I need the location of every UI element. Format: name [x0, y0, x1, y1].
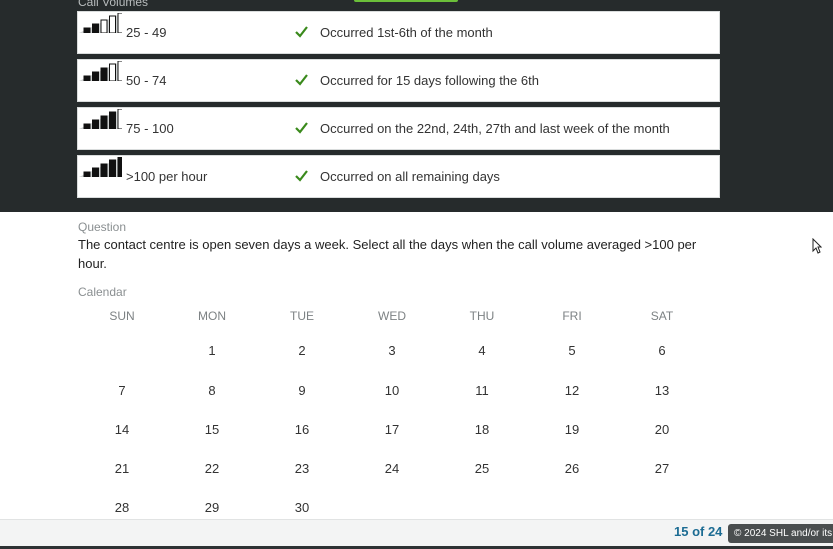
weekday-header-fri: FRI — [562, 309, 582, 323]
copyright-notice: © 2024 SHL and/or its a — [728, 524, 833, 543]
weekday-header-wed: WED — [378, 309, 406, 323]
calendar-day[interactable]: 23 — [272, 461, 332, 476]
calendar-day[interactable]: 9 — [272, 383, 332, 398]
calendar-day[interactable]: 26 — [542, 461, 602, 476]
calendar-day[interactable]: 1 — [182, 343, 242, 358]
calendar-label: Calendar — [78, 285, 127, 299]
call-volume-row: 75 - 100 Occurred on the 22nd, 24th, 27th… — [77, 107, 720, 150]
calendar-day[interactable]: 3 — [362, 343, 422, 358]
checkmark-icon — [295, 26, 308, 38]
calendar-day[interactable]: 10 — [362, 383, 422, 398]
volume-range-label: 50 - 74 — [126, 73, 167, 88]
volume-description: Occurred on all remaining days — [320, 169, 500, 184]
volume-description: Occurred on the 22nd, 24th, 27th and las… — [320, 121, 670, 136]
calendar-day[interactable]: 7 — [92, 383, 152, 398]
checkmark-icon — [295, 122, 308, 134]
calendar-day[interactable]: 19 — [542, 422, 602, 437]
calendar-day[interactable]: 17 — [362, 422, 422, 437]
calendar-day[interactable]: 29 — [182, 500, 242, 515]
call-volume-row: 25 - 49 Occurred 1st-6th of the month — [77, 11, 720, 54]
volume-description: Occurred for 15 days following the 6th — [320, 73, 539, 88]
calendar-day[interactable]: 22 — [182, 461, 242, 476]
question-label: Question — [78, 220, 127, 234]
call-volume-row: >100 per hour Occurred on all remaining d… — [77, 155, 720, 198]
weekday-header-thu: THU — [469, 309, 495, 323]
weekday-header-tue: TUE — [290, 309, 314, 323]
calendar-day[interactable]: 14 — [92, 422, 152, 437]
calendar-day[interactable]: 16 — [272, 422, 332, 437]
checkmark-icon — [295, 170, 308, 182]
volume-level-icon — [79, 13, 122, 33]
calendar-day[interactable]: 21 — [92, 461, 152, 476]
volume-level-icon — [79, 61, 122, 81]
volume-level-icon — [79, 157, 122, 177]
calendar-day[interactable]: 13 — [632, 383, 692, 398]
weekday-header-sun: SUN — [109, 309, 135, 323]
volume-range-label: >100 per hour — [126, 169, 208, 184]
call-volumes-label: Call Volumes — [78, 0, 149, 9]
calendar-day[interactable]: 8 — [182, 383, 242, 398]
calendar-day[interactable]: 15 — [182, 422, 242, 437]
calendar-day[interactable]: 18 — [452, 422, 512, 437]
calendar-day[interactable]: 11 — [452, 383, 512, 398]
calendar-day[interactable]: 4 — [452, 343, 512, 358]
calendar-day[interactable]: 27 — [632, 461, 692, 476]
call-volume-row: 50 - 74 Occurred for 15 days following th… — [77, 59, 720, 102]
calendar-day[interactable]: 12 — [542, 383, 602, 398]
volume-range-label: 25 - 49 — [126, 25, 167, 40]
volume-level-icon — [79, 109, 122, 129]
calendar-day[interactable]: 5 — [542, 343, 602, 358]
calendar-day[interactable]: 20 — [632, 422, 692, 437]
calendar-day[interactable]: 30 — [272, 500, 332, 515]
calendar-day[interactable]: 28 — [92, 500, 152, 515]
calendar-day[interactable]: 6 — [632, 343, 692, 358]
weekday-header-sat: SAT — [650, 309, 674, 323]
weekday-header-mon: MON — [198, 309, 226, 323]
volume-range-label: 75 - 100 — [126, 121, 174, 136]
checkmark-icon — [295, 74, 308, 86]
page-counter: 15 of 24 — [674, 524, 723, 539]
mouse-pointer-icon — [812, 238, 822, 254]
calendar-day[interactable]: 2 — [272, 343, 332, 358]
progress-accent-bar — [354, 0, 458, 2]
question-text: The contact centre is open seven days a … — [78, 237, 697, 271]
calendar-day[interactable]: 24 — [362, 461, 422, 476]
calendar-day[interactable]: 25 — [452, 461, 512, 476]
volume-description: Occurred 1st-6th of the month — [320, 25, 493, 40]
